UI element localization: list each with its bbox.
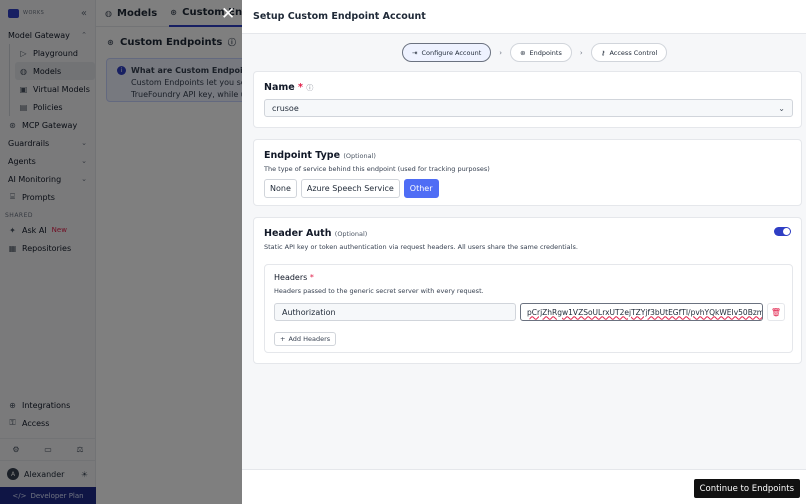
chevron-down-icon[interactable]: ⌄ bbox=[778, 104, 785, 113]
trash-icon: 🗑 bbox=[770, 307, 782, 317]
headers-title-text: Headers bbox=[274, 273, 308, 282]
header-auth-toggle[interactable] bbox=[774, 227, 791, 236]
close-icon[interactable]: ✕ bbox=[221, 4, 235, 24]
optional-label: (Optional) bbox=[343, 152, 376, 160]
header-value-input[interactable]: pCrjZhRgw1VZSoULrxUT2ejTZYjf3bUtEGfTI/pv… bbox=[520, 303, 763, 321]
endpoints-icon: ⊛ bbox=[520, 48, 526, 57]
endpoint-type-description: The type of service behind this endpoint… bbox=[264, 165, 490, 173]
type-option-other[interactable]: Other bbox=[403, 179, 439, 198]
name-value: crusoe bbox=[272, 103, 299, 113]
name-input[interactable]: crusoe ⌄ bbox=[264, 99, 793, 117]
step-label: Endpoints bbox=[529, 48, 562, 57]
endpoint-type-card: Endpoint Type (Optional) The type of ser… bbox=[253, 139, 802, 206]
optional-label: (Optional) bbox=[334, 230, 368, 238]
step-access-control[interactable]: ⚷ Access Control bbox=[590, 43, 668, 62]
step-configure-account[interactable]: ⇥ Configure Account bbox=[402, 43, 492, 62]
delete-header-button[interactable]: 🗑 bbox=[767, 303, 785, 321]
headers-section: Headers * Headers passed to the generic … bbox=[264, 264, 793, 353]
endpoint-type-title-text: Endpoint Type bbox=[264, 150, 341, 161]
stepper: ⇥ Configure Account › ⊛ Endpoints › ⚷ Ac… bbox=[402, 43, 668, 62]
add-headers-button[interactable]: + Add Headers bbox=[274, 332, 337, 346]
type-option-none[interactable]: None bbox=[264, 179, 297, 198]
header-key-input[interactable]: Authorization bbox=[274, 303, 516, 321]
panel-body: ⇥ Configure Account › ⊛ Endpoints › ⚷ Ac… bbox=[242, 34, 806, 470]
step-label: Configure Account bbox=[421, 48, 482, 57]
add-headers-label: Add Headers bbox=[288, 335, 331, 343]
required-marker: * bbox=[298, 82, 303, 93]
step-endpoints[interactable]: ⊛ Endpoints bbox=[510, 43, 572, 62]
name-label: Name * ⓘ bbox=[264, 82, 313, 93]
header-auth-description: Static API key or token authentication v… bbox=[264, 243, 578, 251]
endpoint-type-title: Endpoint Type (Optional) bbox=[264, 150, 376, 161]
plus-icon: + bbox=[280, 335, 286, 343]
info-icon[interactable]: ⓘ bbox=[306, 84, 313, 92]
setup-panel: Setup Custom Endpoint Account ⇥ Configur… bbox=[242, 0, 806, 504]
headers-description: Headers passed to the generic secret ser… bbox=[274, 287, 484, 295]
login-icon: ⇥ bbox=[412, 48, 418, 57]
chevron-right-icon: › bbox=[499, 48, 503, 57]
continue-button[interactable]: Continue to Endpoints bbox=[693, 479, 800, 498]
modal-overlay[interactable] bbox=[0, 0, 242, 504]
step-label: Access Control bbox=[609, 48, 658, 57]
name-card: Name * ⓘ crusoe ⌄ bbox=[253, 71, 802, 128]
header-auth-title: Header Auth (Optional) bbox=[264, 228, 367, 239]
panel-title: Setup Custom Endpoint Account bbox=[242, 0, 806, 34]
endpoint-type-options: None Azure Speech Service Other bbox=[264, 179, 439, 198]
required-marker: * bbox=[309, 273, 314, 282]
header-auth-card: Header Auth (Optional) Static API key or… bbox=[253, 217, 802, 364]
key-icon: ⚷ bbox=[600, 48, 606, 57]
type-option-azure-speech-service[interactable]: Azure Speech Service bbox=[300, 179, 400, 198]
chevron-right-icon: › bbox=[579, 48, 583, 57]
name-label-text: Name bbox=[264, 82, 295, 93]
headers-title: Headers * bbox=[274, 273, 314, 282]
header-auth-title-text: Header Auth bbox=[264, 228, 332, 239]
